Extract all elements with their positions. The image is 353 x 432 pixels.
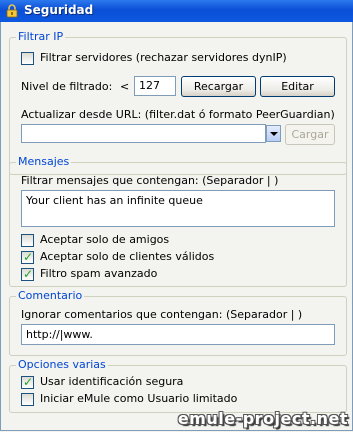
secure-id-checkbox[interactable]: ✓	[21, 375, 34, 389]
valid-clients-label: Aceptar solo de clientes válidos	[40, 250, 215, 263]
checkmark-icon: ✓	[23, 267, 34, 281]
edit-button[interactable]: Editar	[260, 76, 335, 97]
spam-filter-checkbox[interactable]: ✓	[21, 267, 34, 281]
update-url-input[interactable]	[21, 124, 266, 143]
ip-filter-legend: Filtrar IP	[16, 30, 66, 44]
spam-filter-label: Filtro spam avanzado	[40, 267, 158, 280]
misc-options-legend: Opciones varias	[16, 358, 108, 372]
load-button[interactable]: Cargar	[285, 124, 335, 145]
limited-user-label: Iniciar eMule como Usuario limitado	[40, 392, 238, 405]
filter-level-label: Nivel de filtrado:	[21, 80, 113, 93]
limited-user-checkbox[interactable]	[21, 393, 34, 406]
site-watermark: emule-project.net	[177, 409, 348, 428]
friends-only-label: Aceptar solo de amigos	[40, 233, 170, 246]
secure-id-label: Usar identificación segura	[40, 375, 184, 388]
lock-icon	[6, 4, 18, 18]
filter-servers-label: Filtrar servidores (rechazar servidores …	[40, 51, 287, 64]
checkmark-icon: ✓	[23, 375, 34, 389]
ignore-comments-label: Ignorar comentarios que contengan: (Sepa…	[21, 308, 303, 321]
messages-legend: Mensajes	[16, 155, 72, 169]
checkmark-icon: ✓	[23, 250, 34, 264]
title-bar: Seguridad	[0, 0, 353, 23]
comments-legend: Comentario	[16, 289, 85, 303]
comments-group: Comentario Ignorar comentarios que conte…	[9, 289, 347, 356]
url-dropdown-button[interactable]	[266, 125, 281, 142]
messages-group: Mensajes Filtrar mensajes que contengan:…	[9, 155, 347, 287]
friends-only-checkbox[interactable]	[21, 234, 34, 247]
filter-messages-input[interactable]: Your client has an infinite queue	[21, 190, 335, 227]
update-url-label: Actualizar desde URL: (filter.dat ó form…	[21, 108, 335, 121]
window-title: Seguridad	[24, 3, 94, 17]
reload-button[interactable]: Recargar	[181, 76, 256, 97]
security-panel: Filtrar IP Filtrar servidores (rechazar …	[0, 22, 353, 431]
filter-messages-label: Filtrar mensajes que contengan: (Separad…	[21, 174, 279, 187]
misc-options-group: Opciones varias ✓ Usar identificación se…	[9, 358, 347, 413]
filter-level-operator: <	[120, 80, 130, 93]
filter-servers-checkbox[interactable]	[21, 52, 34, 65]
filter-level-input[interactable]: 127	[134, 76, 176, 96]
valid-clients-checkbox[interactable]: ✓	[21, 250, 34, 264]
ignore-comments-input[interactable]: http://|www.	[21, 324, 335, 345]
